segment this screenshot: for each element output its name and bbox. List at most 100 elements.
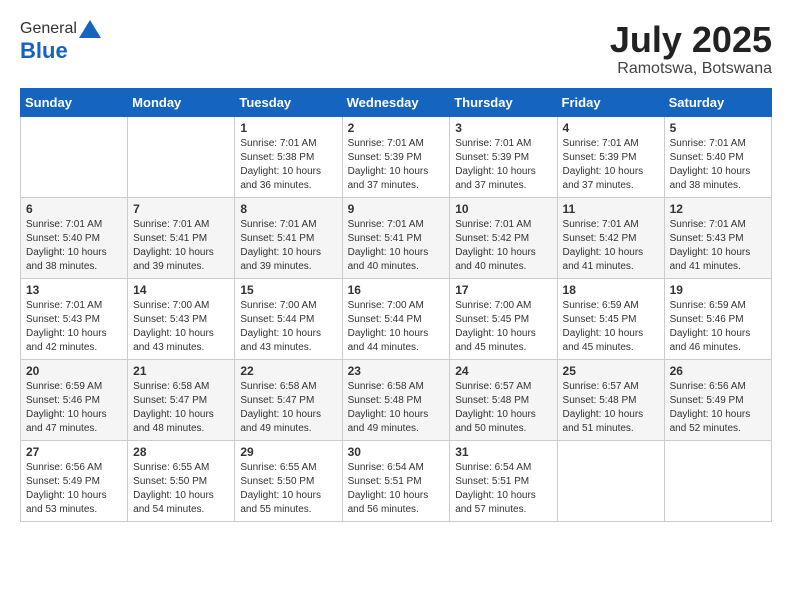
calendar-week-row: 27 Sunrise: 6:56 AM Sunset: 5:49 PM Dayli…: [21, 440, 772, 521]
day-detail: Sunrise: 6:59 AM Sunset: 5:46 PM Dayligh…: [26, 380, 122, 436]
day-number: 11: [563, 202, 659, 216]
day-number: 24: [455, 364, 551, 378]
calendar-cell: 27 Sunrise: 6:56 AM Sunset: 5:49 PM Dayli…: [21, 440, 128, 521]
day-detail: Sunrise: 7:00 AM Sunset: 5:44 PM Dayligh…: [240, 299, 336, 355]
day-detail: Sunrise: 7:01 AM Sunset: 5:43 PM Dayligh…: [670, 218, 766, 274]
day-detail: Sunrise: 6:58 AM Sunset: 5:47 PM Dayligh…: [240, 380, 336, 436]
calendar-cell: 31Sunrise: 6:54 AM Sunset: 5:51 PM Dayli…: [450, 440, 557, 521]
calendar-cell: 4 Sunrise: 7:01 AM Sunset: 5:39 PM Daylig…: [557, 116, 664, 197]
page-header: General Blue July 2025 Ramotswa, Botswan…: [20, 20, 772, 78]
day-number: 18: [563, 283, 659, 297]
day-number: 16: [348, 283, 445, 297]
day-number: 15: [240, 283, 336, 297]
day-number: 26: [670, 364, 766, 378]
day-number: 1: [240, 121, 336, 135]
title-block: July 2025 Ramotswa, Botswana: [610, 20, 772, 78]
logo-general: General: [20, 20, 77, 38]
day-detail: Sunrise: 7:01 AM Sunset: 5:41 PM Dayligh…: [240, 218, 336, 274]
calendar-cell: 3 Sunrise: 7:01 AM Sunset: 5:39 PM Daylig…: [450, 116, 557, 197]
day-detail: Sunrise: 6:55 AM Sunset: 5:50 PM Dayligh…: [240, 461, 336, 517]
day-number: 23: [348, 364, 445, 378]
calendar-cell: 29 Sunrise: 6:55 AM Sunset: 5:50 PM Dayli…: [235, 440, 342, 521]
calendar-cell: 28Sunrise: 6:55 AM Sunset: 5:50 PM Dayli…: [128, 440, 235, 521]
day-detail: Sunrise: 6:57 AM Sunset: 5:48 PM Dayligh…: [455, 380, 551, 436]
calendar-cell: 2Sunrise: 7:01 AM Sunset: 5:39 PM Daylig…: [342, 116, 450, 197]
calendar-cell: 24 Sunrise: 6:57 AM Sunset: 5:48 PM Dayli…: [450, 359, 557, 440]
logo-icon: [79, 20, 101, 38]
calendar-cell: 26Sunrise: 6:56 AM Sunset: 5:49 PM Dayli…: [664, 359, 771, 440]
day-number: 8: [240, 202, 336, 216]
calendar-day-header: Friday: [557, 88, 664, 116]
calendar-day-header: Thursday: [450, 88, 557, 116]
day-number: 3: [455, 121, 551, 135]
day-detail: Sunrise: 6:56 AM Sunset: 5:49 PM Dayligh…: [26, 461, 122, 517]
day-detail: Sunrise: 7:01 AM Sunset: 5:41 PM Dayligh…: [348, 218, 445, 274]
day-number: 25: [563, 364, 659, 378]
day-detail: Sunrise: 7:01 AM Sunset: 5:39 PM Dayligh…: [455, 137, 551, 193]
calendar-header-row: SundayMondayTuesdayWednesdayThursdayFrid…: [21, 88, 772, 116]
calendar-week-row: 6Sunrise: 7:01 AM Sunset: 5:40 PM Daylig…: [21, 197, 772, 278]
calendar-week-row: 13Sunrise: 7:01 AM Sunset: 5:43 PM Dayli…: [21, 278, 772, 359]
day-number: 6: [26, 202, 122, 216]
calendar-cell: [557, 440, 664, 521]
day-detail: Sunrise: 6:58 AM Sunset: 5:47 PM Dayligh…: [133, 380, 229, 436]
page-title: July 2025: [610, 20, 772, 60]
day-detail: Sunrise: 7:00 AM Sunset: 5:43 PM Dayligh…: [133, 299, 229, 355]
calendar-cell: 10 Sunrise: 7:01 AM Sunset: 5:42 PM Dayli…: [450, 197, 557, 278]
day-number: 7: [133, 202, 229, 216]
day-detail: Sunrise: 7:01 AM Sunset: 5:42 PM Dayligh…: [563, 218, 659, 274]
calendar-cell: 8 Sunrise: 7:01 AM Sunset: 5:41 PM Daylig…: [235, 197, 342, 278]
day-number: 9: [348, 202, 445, 216]
day-number: 12: [670, 202, 766, 216]
calendar-cell: 20 Sunrise: 6:59 AM Sunset: 5:46 PM Dayli…: [21, 359, 128, 440]
day-number: 4: [563, 121, 659, 135]
day-number: 29: [240, 445, 336, 459]
calendar-cell: 23Sunrise: 6:58 AM Sunset: 5:48 PM Dayli…: [342, 359, 450, 440]
calendar-day-header: Sunday: [21, 88, 128, 116]
calendar-week-row: 20 Sunrise: 6:59 AM Sunset: 5:46 PM Dayli…: [21, 359, 772, 440]
day-number: 31: [455, 445, 551, 459]
day-number: 10: [455, 202, 551, 216]
calendar-cell: 11 Sunrise: 7:01 AM Sunset: 5:42 PM Dayli…: [557, 197, 664, 278]
calendar-cell: [664, 440, 771, 521]
calendar-cell: 7 Sunrise: 7:01 AM Sunset: 5:41 PM Daylig…: [128, 197, 235, 278]
day-number: 17: [455, 283, 551, 297]
day-detail: Sunrise: 7:00 AM Sunset: 5:45 PM Dayligh…: [455, 299, 551, 355]
day-number: 2: [348, 121, 445, 135]
day-detail: Sunrise: 7:01 AM Sunset: 5:39 PM Dayligh…: [563, 137, 659, 193]
calendar-cell: 13Sunrise: 7:01 AM Sunset: 5:43 PM Dayli…: [21, 278, 128, 359]
calendar-cell: 16 Sunrise: 7:00 AM Sunset: 5:44 PM Dayli…: [342, 278, 450, 359]
calendar-cell: [128, 116, 235, 197]
calendar-cell: [21, 116, 128, 197]
day-number: 19: [670, 283, 766, 297]
day-detail: Sunrise: 6:55 AM Sunset: 5:50 PM Dayligh…: [133, 461, 229, 517]
day-detail: Sunrise: 7:01 AM Sunset: 5:42 PM Dayligh…: [455, 218, 551, 274]
calendar-cell: 19 Sunrise: 6:59 AM Sunset: 5:46 PM Dayli…: [664, 278, 771, 359]
calendar-cell: 17 Sunrise: 7:00 AM Sunset: 5:45 PM Dayli…: [450, 278, 557, 359]
day-number: 30: [348, 445, 445, 459]
day-number: 27: [26, 445, 122, 459]
calendar-cell: 5Sunrise: 7:01 AM Sunset: 5:40 PM Daylig…: [664, 116, 771, 197]
calendar-cell: 1Sunrise: 7:01 AM Sunset: 5:38 PM Daylig…: [235, 116, 342, 197]
calendar-day-header: Wednesday: [342, 88, 450, 116]
day-number: 20: [26, 364, 122, 378]
page-subtitle: Ramotswa, Botswana: [610, 60, 772, 78]
day-number: 21: [133, 364, 229, 378]
day-detail: Sunrise: 7:00 AM Sunset: 5:44 PM Dayligh…: [348, 299, 445, 355]
calendar-cell: 14Sunrise: 7:00 AM Sunset: 5:43 PM Dayli…: [128, 278, 235, 359]
calendar-cell: 9 Sunrise: 7:01 AM Sunset: 5:41 PM Daylig…: [342, 197, 450, 278]
day-detail: Sunrise: 6:59 AM Sunset: 5:45 PM Dayligh…: [563, 299, 659, 355]
calendar-cell: 25Sunrise: 6:57 AM Sunset: 5:48 PM Dayli…: [557, 359, 664, 440]
calendar-cell: 12 Sunrise: 7:01 AM Sunset: 5:43 PM Dayli…: [664, 197, 771, 278]
day-detail: Sunrise: 6:59 AM Sunset: 5:46 PM Dayligh…: [670, 299, 766, 355]
logo-blue: Blue: [20, 38, 68, 64]
calendar-cell: 22 Sunrise: 6:58 AM Sunset: 5:47 PM Dayli…: [235, 359, 342, 440]
day-number: 5: [670, 121, 766, 135]
calendar-cell: 30Sunrise: 6:54 AM Sunset: 5:51 PM Dayli…: [342, 440, 450, 521]
calendar-cell: 18 Sunrise: 6:59 AM Sunset: 5:45 PM Dayli…: [557, 278, 664, 359]
calendar-cell: 15 Sunrise: 7:00 AM Sunset: 5:44 PM Dayli…: [235, 278, 342, 359]
day-number: 22: [240, 364, 336, 378]
calendar-day-header: Tuesday: [235, 88, 342, 116]
day-detail: Sunrise: 7:01 AM Sunset: 5:41 PM Dayligh…: [133, 218, 229, 274]
calendar-day-header: Monday: [128, 88, 235, 116]
